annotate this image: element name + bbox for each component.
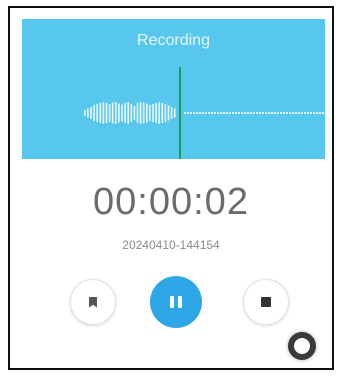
- waveform-bar: [142, 102, 145, 124]
- waveform-bar: [90, 107, 92, 119]
- waveform-bar: [146, 103, 148, 123]
- waveform-panel: Recording: [22, 19, 325, 159]
- pause-icon: [170, 296, 182, 308]
- assistive-touch-icon[interactable]: [288, 332, 316, 360]
- waveform-bar: [124, 103, 126, 123]
- stop-icon: [261, 297, 271, 307]
- bookmark-icon: [89, 296, 97, 308]
- waveform-bar: [149, 105, 151, 121]
- waveform-bar: [108, 104, 111, 122]
- stop-button[interactable]: [243, 279, 289, 325]
- waveform-bar: [152, 104, 154, 122]
- waveform-bar: [99, 103, 102, 123]
- waveform-bar: [161, 103, 164, 123]
- waveform-bar: [133, 106, 136, 120]
- waveform-bar: [96, 104, 98, 122]
- pause-button[interactable]: [150, 276, 202, 328]
- waveform-bar: [121, 104, 123, 122]
- waveform-bar: [167, 105, 170, 121]
- recording-status-label: Recording: [137, 32, 210, 49]
- waveform-bar: [164, 104, 167, 122]
- waveform-bar: [84, 110, 86, 116]
- waveform-bar: [139, 102, 142, 124]
- recording-file-name: 20240410-144154: [122, 238, 220, 252]
- waveform-bar: [102, 102, 105, 124]
- waveform-bar: [170, 107, 173, 119]
- waveform-bar: [111, 102, 114, 124]
- bookmark-button[interactable]: [70, 279, 116, 325]
- waveform-bar: [87, 108, 89, 118]
- elapsed-timer: 00:00:02: [93, 181, 249, 223]
- waveform-bar: [173, 108, 176, 118]
- waveform-bar: [127, 102, 129, 124]
- waveform-bar: [155, 103, 157, 123]
- waveform-bar: [136, 103, 139, 123]
- waveform-bar: [118, 103, 120, 123]
- waveform-bar: [93, 105, 95, 121]
- waveform-bars: [84, 102, 176, 124]
- waveform-bar: [105, 103, 108, 123]
- waveform-bar: [115, 102, 117, 124]
- waveform-bar: [130, 104, 133, 122]
- waveform-bar: [158, 102, 160, 124]
